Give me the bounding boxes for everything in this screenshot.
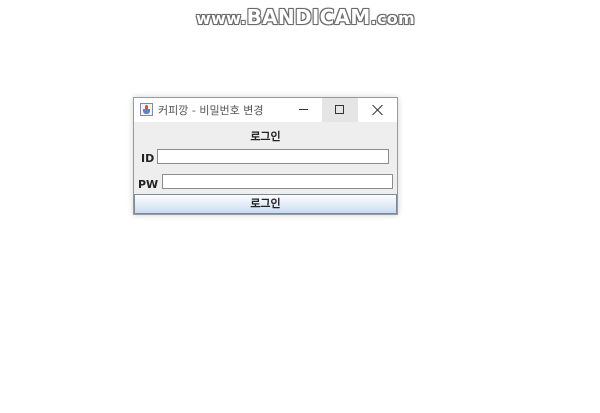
pw-label: PW [138,178,159,191]
window-title: 커피깡 - 비밀번호 변경 [158,104,264,117]
close-button[interactable] [360,98,396,122]
id-label: ID [141,152,155,165]
watermark-prefix: www. [196,9,247,28]
java-cup-icon [140,103,153,116]
pw-input[interactable] [162,174,393,189]
maximize-icon [335,105,344,114]
form-heading: 로그인 [250,130,281,143]
login-button[interactable]: 로그인 [134,194,397,214]
window-titlebar[interactable]: 커피깡 - 비밀번호 변경 [134,98,397,122]
watermark-suffix: .com [370,9,416,28]
minimize-icon [299,109,308,110]
maximize-button[interactable] [322,98,358,122]
close-icon [372,104,384,116]
minimize-button[interactable] [286,98,322,122]
password-change-window: 커피깡 - 비밀번호 변경 로그인 ID PW 로그인 [133,97,398,215]
id-input[interactable] [157,149,389,164]
bandicam-watermark: www.BANDICAM.com [196,5,415,29]
screen: www.BANDICAM.com 커피깡 - 비밀번호 변경 로그인 ID PW… [0,0,600,413]
watermark-brand: BANDICAM [246,5,371,29]
